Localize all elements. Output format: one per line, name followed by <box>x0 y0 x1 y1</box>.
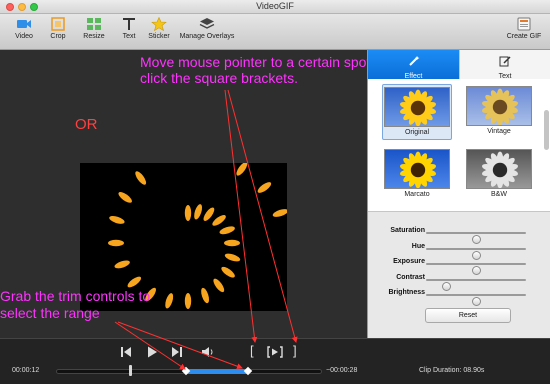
brush-stroke <box>135 171 147 185</box>
brush-stroke <box>201 287 210 304</box>
playback-bar: [ ] 00:00:12 −00:00:28 Clip Duration: 08… <box>0 338 550 384</box>
effect-label: Original <box>404 129 430 136</box>
slider-saturation: Saturation <box>368 225 550 244</box>
annotation-line-1: Move mouse pointer to a certain spot <box>140 54 371 70</box>
effects-grid: Original Vintage Marcato B&W <box>368 79 550 212</box>
play-icon[interactable] <box>145 345 159 359</box>
edit-icon <box>499 56 511 67</box>
brush-stroke <box>194 204 203 220</box>
gif-icon <box>517 17 531 31</box>
slider-track[interactable] <box>426 278 526 291</box>
effect-thumbnail <box>466 149 532 189</box>
video-button[interactable]: Video <box>10 17 38 40</box>
toolbar: Video Crop Resize Text Sticker Manage Ov… <box>0 14 550 50</box>
manage-overlays-label: Manage Overlays <box>179 33 235 40</box>
text-label: Text <box>122 33 136 40</box>
tab-text[interactable]: Text <box>459 50 550 80</box>
volume-icon[interactable] <box>201 345 215 359</box>
adjustment-sliders: Saturation Hue Exposure Contrast Brightn… <box>368 225 550 306</box>
fit-range-icon[interactable] <box>267 345 283 359</box>
side-panel: Effect Text Original Vintage Marcato B&W… <box>367 50 550 338</box>
tab-effect[interactable]: Effect <box>368 50 459 80</box>
annotation-bottom-1: Grab the trim controls to <box>0 288 151 304</box>
slider-label: Contrast <box>396 273 425 281</box>
crop-icon <box>51 17 65 31</box>
slider-knob[interactable] <box>471 297 481 306</box>
slider-track[interactable] <box>426 232 526 244</box>
text-icon <box>123 18 135 30</box>
sticker-button[interactable]: Sticker <box>145 17 173 40</box>
effect-thumbnail <box>384 87 450 127</box>
video-label: Video <box>15 33 33 40</box>
slider-brightness: Brightness <box>368 287 550 306</box>
slider-label: Exposure <box>393 258 425 265</box>
trim-range <box>186 369 248 374</box>
slider-exposure: Exposure <box>368 256 550 275</box>
effect-label: Marcato <box>404 191 430 198</box>
slider-track[interactable] <box>426 263 526 275</box>
text-button[interactable]: Text <box>117 17 141 40</box>
effect-thumbnail <box>384 149 450 189</box>
effect-marcato[interactable]: Marcato <box>382 147 452 203</box>
slider-label: Hue <box>411 242 425 250</box>
brush-stroke <box>257 182 272 193</box>
brush-stroke <box>219 226 235 235</box>
video-icon <box>17 20 31 28</box>
annotation-line-2: click the square brackets. <box>140 70 298 86</box>
brush-stroke <box>236 162 248 176</box>
resize-button[interactable]: Resize <box>80 17 108 40</box>
effect-label: Vintage <box>487 128 511 135</box>
slider-contrast: Contrast <box>368 272 550 291</box>
current-time: 00:00:12 <box>12 367 40 374</box>
brush-stroke <box>203 207 215 221</box>
slider-track[interactable] <box>426 247 526 260</box>
brush-stroke <box>272 209 289 217</box>
wand-icon <box>408 56 419 66</box>
brush-stroke <box>213 278 225 293</box>
effects-scrollbar[interactable] <box>544 110 549 150</box>
effect-vintage[interactable]: Vintage <box>464 84 534 140</box>
remaining-time: −00:00:28 <box>326 367 358 374</box>
crop-label: Crop <box>50 33 66 40</box>
effect-bw[interactable]: B&W <box>464 147 534 203</box>
create-gif-label: Create GIF <box>506 33 542 40</box>
mark-out-bracket-button[interactable]: ] <box>293 343 297 358</box>
brush-stroke <box>109 215 125 224</box>
resize-icon <box>87 18 101 30</box>
crop-button[interactable]: Crop <box>45 17 71 40</box>
sticker-label: Sticker <box>148 33 170 40</box>
brush-stroke <box>184 293 192 309</box>
slider-label: Saturation <box>390 227 425 234</box>
brush-stroke <box>108 239 124 247</box>
slider-track[interactable] <box>426 294 526 306</box>
title-bar: VideoGIF <box>0 0 550 14</box>
clip-duration: Clip Duration: 08.90s <box>419 367 485 374</box>
layers-icon <box>199 18 215 29</box>
brush-stroke <box>212 215 226 226</box>
brush-stroke <box>114 260 130 269</box>
skip-forward-icon[interactable] <box>170 345 184 359</box>
brush-stroke <box>118 192 132 203</box>
brush-stroke <box>224 239 240 247</box>
brush-stroke <box>221 266 235 278</box>
resize-label: Resize <box>83 33 105 40</box>
effect-original[interactable]: Original <box>382 84 452 140</box>
annotation-bottom-2: select the range <box>0 305 100 321</box>
or-annotation: OR <box>75 116 98 133</box>
window-title: VideoGIF <box>256 1 294 11</box>
mark-in-bracket-button[interactable]: [ <box>250 343 254 358</box>
slider-label: Brightness <box>388 289 425 296</box>
manage-overlays-button[interactable]: Manage Overlays <box>178 17 236 40</box>
effect-label: B&W <box>491 191 507 198</box>
brush-stroke <box>224 253 241 262</box>
slider-hue: Hue <box>368 241 550 260</box>
create-gif-button[interactable]: Create GIF <box>503 17 545 40</box>
skip-back-icon[interactable] <box>119 345 133 359</box>
brush-stroke <box>184 205 192 221</box>
effect-thumbnail <box>466 86 532 126</box>
brush-stroke <box>165 293 174 309</box>
reset-button[interactable]: Reset <box>425 308 511 323</box>
panel-tabs: Effect Text <box>368 50 550 80</box>
star-icon <box>151 17 167 31</box>
